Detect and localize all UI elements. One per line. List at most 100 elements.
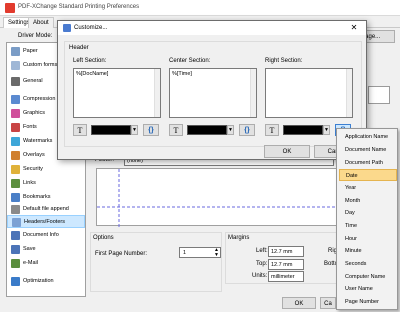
margin-left-value: 12.7 mm	[271, 249, 293, 255]
center-section-scrollbar[interactable]	[250, 69, 256, 117]
menu-item-application-name[interactable]: Application Name	[339, 131, 397, 143]
menu-item-date[interactable]: Date	[339, 169, 397, 181]
first-page-value: 1	[183, 250, 187, 256]
sidebar-item-links[interactable]: Links	[7, 177, 85, 190]
insert-macro-icon[interactable]: {}	[239, 124, 255, 136]
menu-item-document-path[interactable]: Document Path	[339, 157, 397, 169]
dialog-title-bar: Customize... ✕	[58, 21, 366, 35]
dialog-title: Customize...	[74, 25, 108, 31]
left-color-select[interactable]	[91, 125, 131, 135]
file-append-icon	[11, 205, 20, 214]
right-section-label: Right Section:	[265, 58, 303, 64]
right-section-scrollbar[interactable]	[346, 69, 352, 117]
menu-item-user-name[interactable]: User Name	[339, 283, 397, 295]
font-icon[interactable]: T	[169, 124, 183, 136]
dialog-ok-button[interactable]: OK	[264, 145, 310, 158]
sidebar-item-label: e-Mail	[23, 260, 38, 266]
menu-item-month[interactable]: Month	[339, 195, 397, 207]
email-icon	[11, 259, 20, 268]
header-group: Header Left Section: %[DocName] Center S…	[64, 41, 362, 147]
first-page-label: First Page Number:	[95, 251, 148, 257]
sidebar-item-document-info[interactable]: Document Info	[7, 229, 85, 242]
center-section-value: %[Time]	[172, 71, 192, 77]
right-section-text[interactable]	[265, 68, 353, 118]
first-page-input[interactable]: 1 ▲ ▼	[179, 247, 221, 258]
window-title: PDF-XChange Standard Printing Preference…	[18, 4, 140, 10]
sidebar-item-email[interactable]: e-Mail	[7, 257, 85, 270]
compression-icon	[11, 95, 20, 104]
margins-group: Margins Left: 12.7 mm Top: 12.7 mm Units…	[225, 232, 338, 284]
insert-macro-icon[interactable]: {}	[143, 124, 159, 136]
left-section-value: %[DocName]	[76, 71, 109, 77]
left-format-row: T ▼ {}	[73, 124, 163, 136]
right-color-select[interactable]	[283, 125, 323, 135]
menu-item-page-number[interactable]: Page Number	[339, 296, 397, 308]
left-section-scrollbar[interactable]	[154, 69, 160, 117]
sidebar-item-label: General	[23, 78, 43, 84]
main-cancel-button[interactable]: Ca	[320, 297, 336, 309]
sidebar-item-label: Overlays	[23, 152, 45, 158]
sidebar-item-label: Default file append	[23, 206, 69, 212]
dialog-icon	[63, 24, 71, 32]
sidebar-item-label: Save	[23, 246, 36, 252]
macro-menu: Application Name Document Name Document …	[336, 128, 398, 310]
left-section-text[interactable]: %[DocName]	[73, 68, 161, 118]
sidebar-item-security[interactable]: Security	[7, 163, 85, 176]
margin-top-input[interactable]: 12.7 mm	[268, 259, 304, 270]
custom-forms-icon	[11, 61, 20, 70]
menu-item-year[interactable]: Year	[339, 182, 397, 194]
window-title-bar: PDF-XChange Standard Printing Preference…	[0, 0, 400, 16]
security-icon	[11, 165, 20, 174]
sidebar-item-label: Compression	[23, 96, 56, 102]
header-group-title: Header	[69, 45, 89, 51]
chevron-down-icon[interactable]: ▼	[131, 125, 138, 135]
margin-top-label: Top:	[256, 261, 268, 267]
sidebar-item-label: Paper	[23, 48, 38, 54]
overlays-icon	[11, 151, 20, 160]
chevron-down-icon[interactable]: ▼	[227, 125, 234, 135]
chevron-down-icon[interactable]: ▼	[323, 125, 330, 135]
driver-mode-label: Driver Mode:	[18, 33, 53, 39]
general-icon	[11, 77, 20, 86]
units-value: millimeter	[271, 274, 295, 280]
paper-icon	[11, 47, 20, 56]
sidebar-item-label: Headers/Footers	[24, 219, 65, 225]
sidebar-item-label: Document Info	[23, 232, 59, 238]
menu-item-computer-name[interactable]: Computer Name	[339, 271, 397, 283]
sidebar-item-headers-footers[interactable]: Headers/Footers	[7, 215, 85, 228]
watermarks-icon	[11, 137, 20, 146]
center-section-label: Center Section:	[169, 58, 211, 64]
sidebar-item-optimization[interactable]: Optimization	[7, 275, 85, 288]
save-icon	[11, 245, 20, 254]
center-color-select[interactable]	[187, 125, 227, 135]
sidebar-item-label: Links	[23, 180, 36, 186]
units-select[interactable]: millimeter	[268, 271, 304, 282]
optimization-icon	[11, 277, 20, 286]
headers-footers-icon	[12, 218, 21, 227]
margin-top-value: 12.7 mm	[271, 262, 293, 268]
margins-title: Margins	[228, 235, 250, 241]
center-section-text[interactable]: %[Time]	[169, 68, 257, 118]
menu-item-day[interactable]: Day	[339, 207, 397, 219]
close-icon[interactable]: ✕	[342, 21, 366, 35]
sidebar-item-label: Security	[23, 166, 43, 172]
font-icon[interactable]: T	[265, 124, 279, 136]
tab-about[interactable]: About	[28, 17, 54, 28]
left-section-label: Left Section:	[73, 58, 107, 64]
main-ok-button[interactable]: OK	[282, 297, 316, 309]
spin-arrows-icon[interactable]: ▲ ▼	[214, 248, 219, 258]
menu-item-hour[interactable]: Hour	[339, 233, 397, 245]
menu-item-minute[interactable]: Minute	[339, 245, 397, 257]
menu-item-time[interactable]: Time	[339, 220, 397, 232]
menu-item-seconds[interactable]: Seconds	[339, 258, 397, 270]
sidebar-item-label: Watermarks	[23, 138, 53, 144]
units-label: Units:	[252, 273, 268, 279]
sidebar-item-save[interactable]: Save	[7, 243, 85, 256]
sidebar-item-label: Graphics	[23, 110, 46, 116]
menu-item-document-name[interactable]: Document Name	[339, 144, 397, 156]
margin-left-input[interactable]: 12.7 mm	[268, 246, 304, 257]
sidebar-item-label: Custom forms	[23, 62, 58, 68]
font-icon[interactable]: T	[73, 124, 87, 136]
sidebar-item-label: Fonts	[23, 124, 37, 130]
document-info-icon	[11, 231, 20, 240]
